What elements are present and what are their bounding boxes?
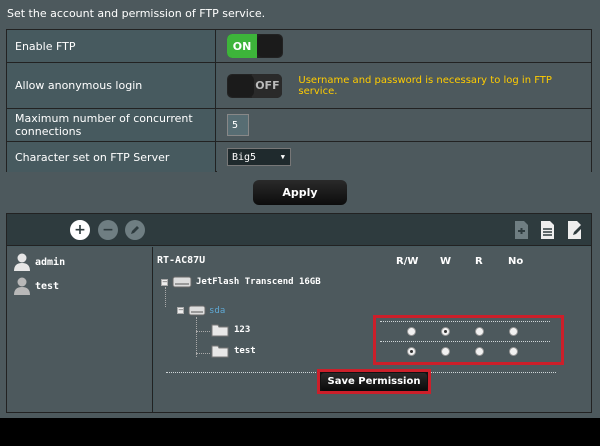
toggle-knob [257, 35, 282, 57]
folder-name: 123 [234, 325, 251, 335]
anonymous-login-row: Allow anonymous login OFF Username and p… [7, 63, 591, 109]
anonymous-login-label: Allow anonymous login [7, 63, 216, 108]
folder-icon [211, 324, 229, 337]
list-item[interactable]: test [12, 276, 59, 296]
user-icon [14, 277, 30, 295]
save-permission-button[interactable]: Save Permission [317, 369, 431, 394]
expand-icon[interactable]: − [161, 278, 168, 286]
ftp-settings-table: Enable FTP ON Allow anonymous login OFF … [6, 29, 592, 172]
column-header-no: No [508, 256, 524, 267]
chevron-down-icon: ▼ [280, 153, 285, 161]
expand-icon[interactable]: − [177, 307, 184, 314]
charset-select[interactable]: Big5 ▼ [227, 148, 291, 166]
delete-folder-icon[interactable] [540, 220, 556, 240]
folder-permission-tree: RT-AC87U R/W W R No − JetFlash Transcend… [154, 247, 591, 412]
max-connections-row: Maximum number of concurrent connections… [7, 109, 591, 142]
delete-user-icon[interactable]: − [98, 220, 118, 240]
user-icon [14, 253, 30, 271]
folder-icon [211, 345, 229, 358]
drive-icon [172, 276, 192, 288]
charset-label: Character set on FTP Server [7, 142, 216, 172]
enable-ftp-toggle[interactable]: ON [227, 34, 283, 58]
enable-ftp-row: Enable FTP ON [7, 30, 591, 63]
footer-bar [0, 418, 600, 446]
permission-panel: + − admin test RT-AC87U R/W W R No − Jet… [6, 213, 592, 413]
add-folder-icon[interactable] [514, 220, 530, 240]
max-connections-label: Maximum number of concurrent connections [7, 109, 216, 141]
device-name: RT-AC87U [157, 255, 206, 266]
edit-user-icon[interactable] [125, 220, 145, 240]
drive-icon [188, 305, 206, 316]
enable-ftp-label: Enable FTP [7, 30, 216, 62]
save-permission-label: Save Permission [321, 372, 427, 391]
user-list: admin test [7, 247, 153, 412]
folder-node[interactable]: test [211, 344, 256, 358]
highlight-box [373, 315, 564, 365]
user-name: test [35, 280, 60, 292]
page-description: Set the account and permission of FTP se… [7, 7, 266, 20]
charset-value: Big5 [232, 151, 257, 163]
list-item[interactable]: admin [12, 252, 65, 272]
apply-button[interactable]: Apply [253, 180, 347, 205]
folder-node[interactable]: 123 [211, 323, 250, 337]
column-header-rw: R/W [396, 256, 419, 267]
edit-folder-icon[interactable] [567, 220, 584, 240]
toggle-off-text: OFF [252, 73, 283, 98]
folder-name: test [234, 346, 256, 356]
column-header-w: W [440, 256, 452, 267]
column-header-r: R [475, 256, 483, 267]
max-connections-input[interactable]: 5 [227, 114, 249, 136]
anonymous-notice: Username and password is necessary to lo… [298, 74, 552, 97]
charset-row: Character set on FTP Server Big5 ▼ [7, 142, 591, 172]
drive-name: JetFlash Transcend 16GB [196, 277, 321, 287]
permission-toolbar: + − [7, 214, 591, 246]
user-name: admin [35, 256, 66, 268]
anonymous-login-toggle[interactable]: OFF [227, 73, 283, 98]
toggle-on-text: ON [227, 34, 257, 58]
drive-node[interactable]: − JetFlash Transcend 16GB [161, 275, 321, 289]
add-user-icon[interactable]: + [70, 220, 90, 240]
toggle-knob [228, 74, 254, 97]
partition-node[interactable]: − sda [177, 304, 225, 317]
partition-name: sda [209, 305, 226, 316]
